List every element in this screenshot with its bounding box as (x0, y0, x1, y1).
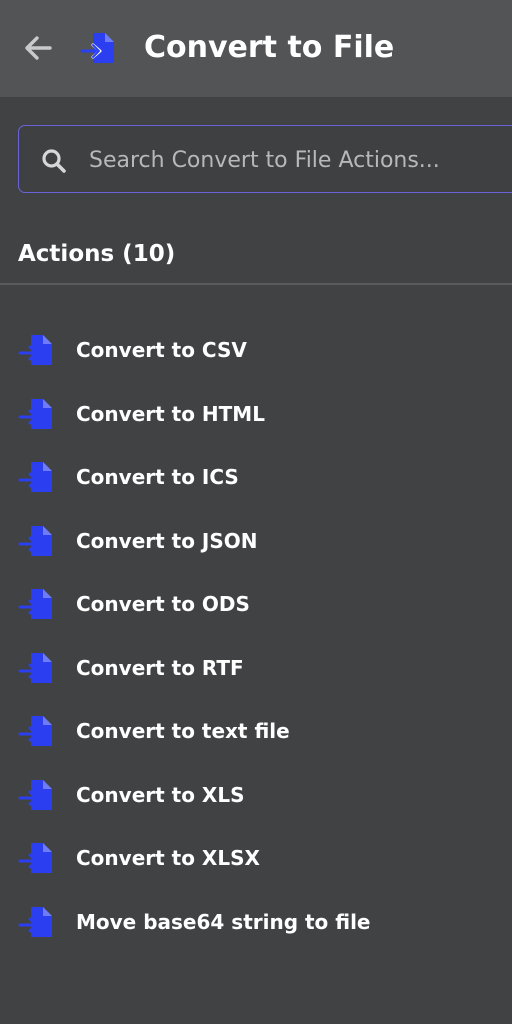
action-item-convert-to-json[interactable]: Convert to JSON (0, 509, 512, 573)
divider (0, 283, 512, 285)
file-import-icon (18, 843, 52, 873)
page-title: Convert to File (144, 30, 395, 65)
action-item-convert-to-csv[interactable]: Convert to CSV (0, 318, 512, 382)
file-import-icon (18, 525, 52, 556)
search-icon (42, 149, 66, 173)
file-import-icon (18, 906, 52, 937)
action-item-convert-to-xls[interactable]: Convert to XLS (0, 763, 512, 827)
action-label: Convert to XLS (76, 782, 245, 807)
action-item-move-base64-string-to-file[interactable]: Move base64 string to file (0, 890, 512, 954)
action-label: Move base64 string to file (76, 909, 371, 934)
file-import-icon (18, 779, 52, 810)
search-box[interactable] (18, 125, 512, 193)
search-input[interactable] (89, 140, 512, 180)
action-label: Convert to HTML (76, 401, 265, 426)
action-item-convert-to-ods[interactable]: Convert to ODS (0, 572, 512, 636)
action-item-convert-to-html[interactable]: Convert to HTML (0, 382, 512, 446)
file-import-icon (18, 462, 52, 492)
actions-heading: Actions (10) (18, 241, 176, 267)
app-header: Convert to File (0, 0, 512, 97)
action-item-convert-to-ics[interactable]: Convert to ICS (0, 445, 512, 509)
action-label: Convert to text file (76, 719, 290, 743)
file-import-icon (18, 589, 52, 619)
file-import-icon (18, 652, 52, 683)
action-label: Convert to RTF (76, 655, 244, 680)
file-import-icon (18, 335, 52, 365)
action-label: Convert to ODS (76, 592, 250, 616)
back-button[interactable] (20, 30, 56, 66)
arrow-left-icon (25, 36, 52, 60)
action-label: Convert to XLSX (76, 846, 260, 870)
actions-list: Convert to CSV Convert to HTML Convert t… (0, 318, 512, 953)
file-import-icon (18, 398, 52, 429)
file-import-icon (80, 33, 114, 63)
action-label: Convert to CSV (76, 338, 247, 362)
action-label: Convert to JSON (76, 528, 258, 553)
action-item-convert-to-xlsx[interactable]: Convert to XLSX (0, 826, 512, 890)
action-label: Convert to ICS (76, 465, 239, 489)
action-item-convert-to-rtf[interactable]: Convert to RTF (0, 636, 512, 700)
file-import-icon (18, 716, 52, 746)
action-item-convert-to-text-file[interactable]: Convert to text file (0, 699, 512, 763)
